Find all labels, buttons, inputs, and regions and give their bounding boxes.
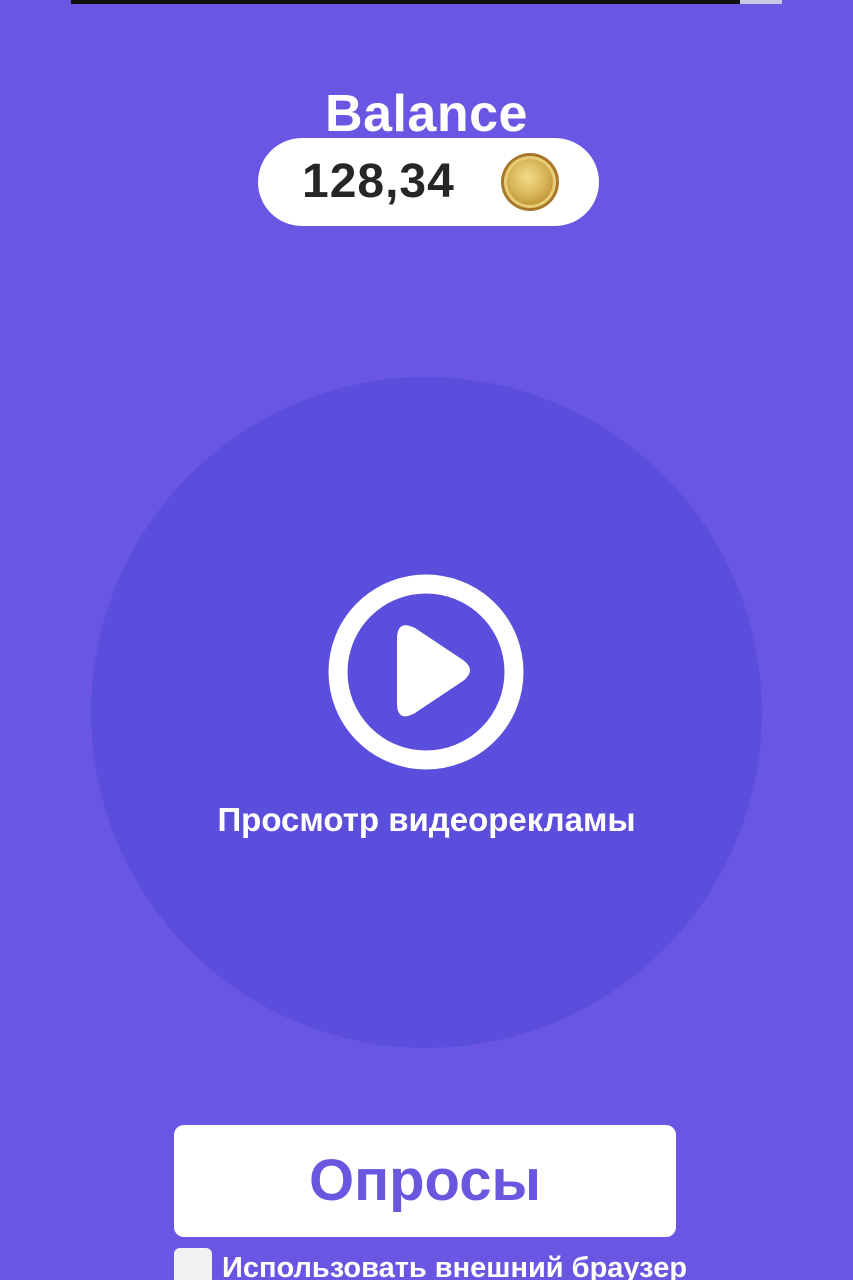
external-browser-option[interactable]: Использовать внешний браузер bbox=[174, 1246, 734, 1280]
gold-coin-icon bbox=[501, 153, 559, 211]
watch-ad-button[interactable]: Просмотр видеорекламы bbox=[91, 377, 762, 1048]
balance-title: Balance bbox=[325, 85, 528, 143]
external-browser-checkbox[interactable] bbox=[174, 1248, 212, 1280]
surveys-button[interactable]: Опросы bbox=[174, 1125, 676, 1237]
watch-ad-label: Просмотр видеорекламы bbox=[217, 801, 636, 838]
balance-amount: 128,34 bbox=[302, 155, 455, 208]
top-progress-bar bbox=[71, 0, 740, 4]
top-progress-bar-remainder bbox=[740, 0, 782, 4]
balance-pill: 128,34 bbox=[258, 138, 599, 226]
play-icon bbox=[328, 574, 524, 770]
external-browser-label: Использовать внешний браузер bbox=[222, 1252, 688, 1280]
